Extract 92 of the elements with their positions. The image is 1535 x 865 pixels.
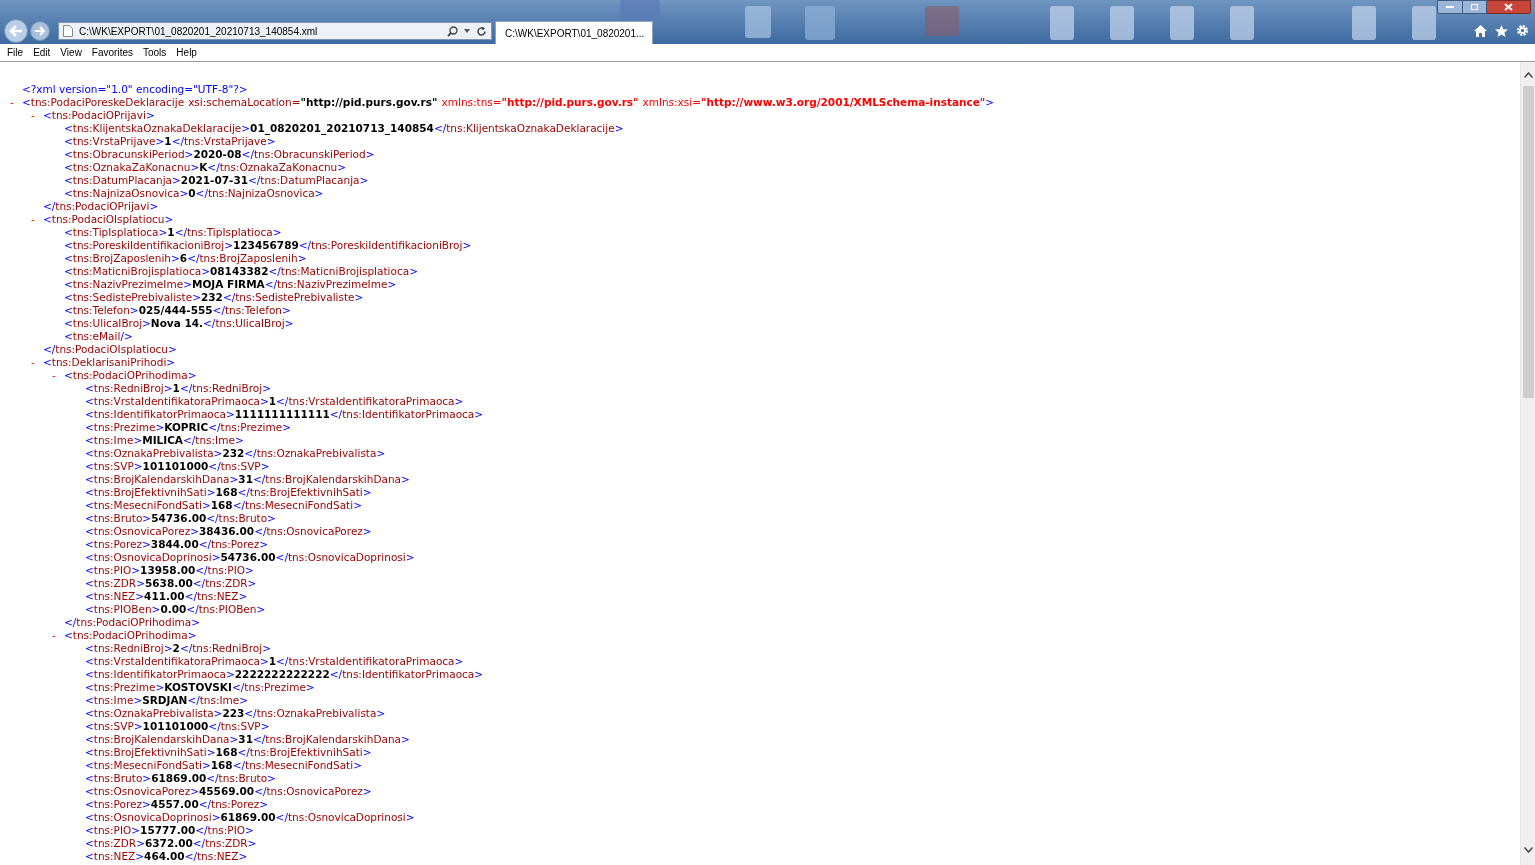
xml-line: <tns:Bruto>54736.00</tns:Bruto> xyxy=(85,512,276,525)
menu-item[interactable]: Tools xyxy=(138,45,172,60)
xml-line: <tns:PodaciOPrihodima> xyxy=(64,369,197,382)
close-icon xyxy=(1504,3,1513,11)
dropdown-icon[interactable] xyxy=(464,29,470,33)
xml-line: <tns:BrojEfektivnihSati>168</tns:BrojEfektivnihSati> xyxy=(85,486,372,499)
xml-line: <tns:MaticniBrojisplatioca>08143382</tns:MaticniBrojisplatioca> xyxy=(64,265,418,278)
xml-line: <tns:IdentifikatorPrimaoca>1111111111111</tns:IdentifikatorPrimaoca> xyxy=(85,408,484,421)
xml-line: <tns:Prezime>KOSTOVSKI</tns:Prezime> xyxy=(85,681,315,694)
xml-line: <tns:BrojEfektivnihSati>168</tns:BrojEfektivnihSati> xyxy=(85,746,372,759)
xml-line: <tns:PIO>13958.00</tns:PIO> xyxy=(85,564,254,577)
xml-line: <tns:DatumPlacanja>2021-07-31</tns:DatumPlacanja> xyxy=(64,174,369,187)
xml-line: <tns:PoreskiIdentifikacioniBroj>123456789</tns:PoreskiIdentifikacioniBroj> xyxy=(64,239,472,252)
forward-arrow-icon xyxy=(34,26,46,36)
tab-title: C:\WK\EXPORT\01_0820201... xyxy=(505,26,645,41)
xml-line: <tns:MesecniFondSati>168</tns:MesecniFondSati> xyxy=(85,499,362,512)
xml-line: <tns:OsnovicaPorez>38436.00</tns:OsnovicaPorez> xyxy=(85,525,372,538)
collapse-toggle[interactable]: - xyxy=(31,109,35,121)
xml-line: </tns:PodaciOPrihodima> xyxy=(64,616,201,629)
scrollbar[interactable] xyxy=(1520,62,1535,865)
xml-line: <tns:VrstaIdentifikatoraPrimaoca>1</tns:VrstaIdentifikatoraPrimaoca> xyxy=(85,395,464,408)
xml-line: <tns:NEZ>411.00</tns:NEZ> xyxy=(85,590,248,603)
xml-line: <tns:PodaciOPrijavi> xyxy=(43,109,155,122)
xml-line: </tns:PodaciOPrijavi> xyxy=(43,200,159,213)
settings-icon[interactable] xyxy=(1516,24,1529,37)
xml-line: <tns:SedistePrebivaliste>232</tns:SedistePrebivaliste> xyxy=(64,291,364,304)
xml-line: <tns:IdentifikatorPrimaoca>2222222222222</tns:IdentifikatorPrimaoca> xyxy=(85,668,484,681)
xml-line: <tns:Telefon>025/444-555</tns:Telefon> xyxy=(64,304,291,317)
collapse-toggle[interactable]: - xyxy=(52,369,56,381)
star-icon[interactable] xyxy=(1495,24,1508,37)
xml-line: <tns:PIO>15777.00</tns:PIO> xyxy=(85,824,254,837)
xml-line: <?xml version="1.0" encoding="UTF-8"?> xyxy=(22,83,248,96)
address-bar[interactable]: C:\WK\EXPORT\01_0820201_20210713_140854.xml xyxy=(58,22,492,40)
xml-line: <tns:BrojZaposlenih>6</tns:BrojZaposlenih> xyxy=(64,252,307,265)
xml-line: <tns:ZDR>5638.00</tns:ZDR> xyxy=(85,577,257,590)
menu-item[interactable]: Edit xyxy=(28,45,56,60)
scroll-up-icon[interactable] xyxy=(1523,72,1533,78)
scroll-down-icon[interactable] xyxy=(1523,847,1533,853)
collapse-toggle[interactable]: - xyxy=(31,213,35,225)
scrollbar-thumb[interactable] xyxy=(1522,86,1534,398)
xml-line: <tns:Prezime>KOPRIC</tns:Prezime> xyxy=(85,421,291,434)
xml-line: <tns:VrstaIdentifikatoraPrimaoca>1</tns:VrstaIdentifikatoraPrimaoca> xyxy=(85,655,464,668)
back-arrow-icon xyxy=(9,25,23,37)
xml-line: <tns:NazivPrezimeIme>MOJA FIRMA</tns:NazivPrezimeIme> xyxy=(64,278,397,291)
collapse-toggle[interactable]: - xyxy=(10,96,14,108)
menu-item[interactable]: View xyxy=(55,45,87,60)
restore-button[interactable] xyxy=(1463,0,1487,14)
xml-line: <tns:RedniBroj>1</tns:RedniBroj> xyxy=(85,382,271,395)
xml-line: <tns:Ime>MILICA</tns:Ime> xyxy=(85,434,244,447)
menu-item[interactable]: Help xyxy=(171,45,202,60)
xml-line: <tns:UlicaIBroj>Nova 14.</tns:UlicaIBroj> xyxy=(64,317,294,330)
xml-line: <tns:Bruto>61869.00</tns:Bruto> xyxy=(85,772,276,785)
xml-line: <tns:MesecniFondSati>168</tns:MesecniFondSati> xyxy=(85,759,362,772)
xml-line: <tns:NajnizaOsnovica>0</tns:NajnizaOsnovica> xyxy=(64,187,324,200)
menu-item[interactable]: Favorites xyxy=(86,45,138,60)
search-icon[interactable] xyxy=(447,25,458,37)
close-button[interactable] xyxy=(1487,0,1531,14)
xml-line: <tns:BrojKalendarskihDana>31</tns:BrojKalendarskihDana> xyxy=(85,733,410,746)
xml-line: <tns:ObracunskiPeriod>2020-08</tns:ObracunskiPeriod> xyxy=(64,148,375,161)
minimize-button[interactable] xyxy=(1437,0,1463,14)
browser-tab[interactable]: C:\WK\EXPORT\01_0820201... xyxy=(495,21,653,44)
xml-line: <tns:NEZ>464.00</tns:NEZ> xyxy=(85,850,248,863)
xml-line: <tns:RedniBroj>2</tns:RedniBroj> xyxy=(85,642,271,655)
xml-line: <tns:ZDR>6372.00</tns:ZDR> xyxy=(85,837,257,850)
page-icon xyxy=(63,25,73,37)
xml-line: <tns:SVP>101101000</tns:SVP> xyxy=(85,720,270,733)
xml-line: <tns:Porez>3844.00</tns:Porez> xyxy=(85,538,269,551)
collapse-toggle[interactable]: - xyxy=(52,629,56,641)
collapse-toggle[interactable]: - xyxy=(31,356,35,368)
xml-line: <tns:OsnovicaDoprinosi>61869.00</tns:OsnovicaDoprinosi> xyxy=(85,811,415,824)
xml-line: <tns:SVP>101101000</tns:SVP> xyxy=(85,460,270,473)
xml-line: <tns:OsnovicaPorez>45569.00</tns:OsnovicaPorez> xyxy=(85,785,372,798)
xml-line: <tns:TipIsplatioca>1</tns:TipIsplatioca> xyxy=(64,226,282,239)
xml-line: <tns:PodaciOPrihodima> xyxy=(64,629,197,642)
refresh-icon[interactable] xyxy=(476,25,487,37)
xml-line: <tns:PodaciPoreskeDeklaracije xsi:schemaLocation="http://pid.purs.gov.rs" xmlns:tns="http://pid.purs.gov.rs" xmlns:xsi="http://www.w3.org/2001/XMLSchema-instance"> xyxy=(22,96,995,109)
menu-item[interactable]: File xyxy=(2,45,29,60)
xml-line: <tns:OznakaZaKonacnu>K</tns:OznakaZaKonacnu> xyxy=(64,161,347,174)
xml-line: <tns:BrojKalendarskihDana>31</tns:BrojKalendarskihDana> xyxy=(85,473,410,486)
xml-line: <tns:OznakaPrebivalista>223</tns:OznakaPrebivalista> xyxy=(85,707,386,720)
xml-line: </tns:PodaciOIsplatiocu> xyxy=(43,343,177,356)
xml-line: <tns:VrstaPrijave>1</tns:VrstaPrijave> xyxy=(64,135,276,148)
xml-line: <tns:OznakaPrebivalista>232</tns:OznakaPrebivalista> xyxy=(85,447,386,460)
xml-line: <tns:DeklarisaniPrihodi> xyxy=(43,356,176,369)
xml-line: <tns:eMail/> xyxy=(64,330,133,343)
xml-line: <tns:OsnovicaDoprinosi>54736.00</tns:OsnovicaDoprinosi> xyxy=(85,551,415,564)
xml-line: <tns:KlijentskaOznakaDeklaracije>01_0820201_20210713_140854</tns:KlijentskaOznakaDeklaracije> xyxy=(64,122,624,135)
xml-line: <tns:Porez>4557.00</tns:Porez> xyxy=(85,798,269,811)
xml-line: <tns:PodaciOIsplatiocu> xyxy=(43,213,174,226)
xml-line: <tns:PIOBen>0.00</tns:PIOBen> xyxy=(85,603,266,616)
xml-line: <tns:Ime>SRDJAN</tns:Ime> xyxy=(85,694,249,707)
home-icon[interactable] xyxy=(1474,24,1487,37)
